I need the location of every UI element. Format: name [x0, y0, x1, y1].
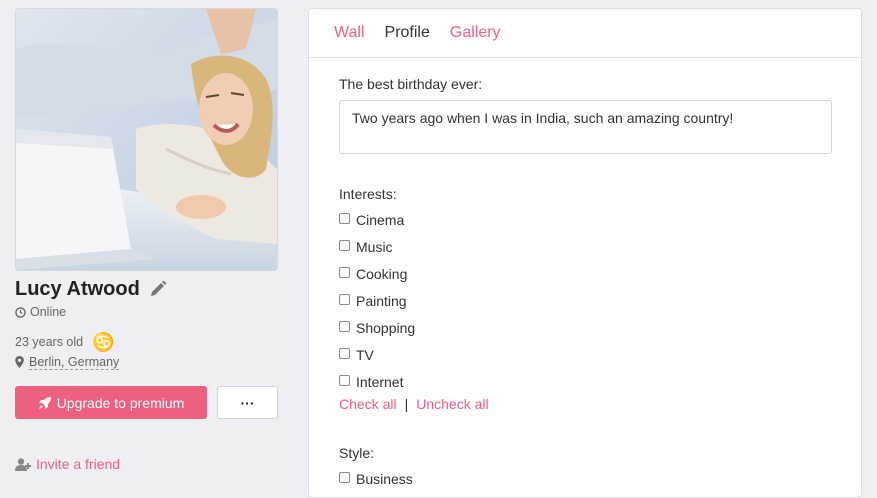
online-status: Online [15, 304, 278, 320]
checkbox[interactable] [339, 321, 350, 332]
interest-music[interactable]: Music [339, 233, 831, 260]
cancer-zodiac-icon: ♋ [92, 332, 115, 352]
profile-name: Lucy Atwood [15, 277, 140, 300]
more-options-button[interactable]: ··· [217, 386, 278, 419]
style-business[interactable]: Business [339, 465, 831, 492]
interest-label: Cooking [356, 265, 408, 282]
style-label: Style: [339, 445, 375, 461]
invite-friend-label: Invite a friend [36, 456, 121, 472]
links-separator: | [404, 396, 409, 412]
checkbox[interactable] [339, 267, 350, 278]
birthday-answer-field[interactable]: Two years ago when I was in India, such … [339, 100, 832, 154]
interest-label: Shopping [356, 319, 416, 336]
upgrade-premium-button[interactable]: Upgrade to premium [15, 386, 207, 419]
check-all-link[interactable]: Check all [339, 396, 397, 412]
profile-content: The best birthday ever: Two years ago wh… [309, 58, 861, 492]
upgrade-premium-label: Upgrade to premium [56, 394, 185, 411]
checkbox[interactable] [339, 472, 350, 483]
tab-profile[interactable]: Profile [385, 24, 430, 42]
checkbox[interactable] [339, 348, 350, 359]
edit-pencil-icon[interactable] [149, 280, 167, 298]
invite-friend-link[interactable]: Invite a friend [15, 456, 278, 472]
checkbox[interactable] [339, 213, 350, 224]
add-user-icon [15, 457, 31, 471]
tab-gallery[interactable]: Gallery [450, 24, 501, 42]
status-text: Online [30, 305, 67, 319]
interest-tv[interactable]: TV [339, 341, 831, 368]
interest-painting[interactable]: Painting [339, 287, 831, 314]
interest-label: Music [356, 238, 393, 255]
checkbox[interactable] [339, 240, 350, 251]
interest-cooking[interactable]: Cooking [339, 260, 831, 287]
interest-label: Internet [356, 373, 404, 390]
interest-shopping[interactable]: Shopping [339, 314, 831, 341]
checkbox[interactable] [339, 375, 350, 386]
interests-label: Interests: [339, 186, 397, 202]
tab-bar: Wall Profile Gallery [309, 9, 861, 58]
birthday-question-label: The best birthday ever: [339, 76, 483, 92]
location-text[interactable]: Berlin, Germany [29, 355, 120, 370]
profile-photo-image [16, 9, 277, 270]
interest-label: Painting [356, 292, 407, 309]
rocket-icon [38, 396, 51, 409]
style-list: Business [339, 465, 831, 492]
checkbox[interactable] [339, 294, 350, 305]
profile-sidebar: Lucy Atwood Online 23 years old ♋ Berlin… [15, 8, 278, 472]
interests-list: Cinema Music Cooking Painting Shopping T… [339, 206, 831, 395]
uncheck-all-link[interactable]: Uncheck all [416, 396, 488, 412]
map-marker-icon [15, 356, 24, 368]
tab-wall[interactable]: Wall [334, 24, 365, 42]
age-text: 23 years old [15, 335, 84, 349]
interest-label: TV [356, 346, 374, 363]
interest-label: Cinema [356, 211, 405, 228]
interest-internet[interactable]: Internet [339, 368, 831, 395]
profile-panel: Wall Profile Gallery The best birthday e… [308, 8, 862, 498]
check-links: Check all | Uncheck all [339, 395, 831, 413]
clock-icon [15, 306, 26, 318]
style-item-label: Business [356, 470, 413, 487]
profile-photo[interactable] [15, 8, 278, 271]
interest-cinema[interactable]: Cinema [339, 206, 831, 233]
